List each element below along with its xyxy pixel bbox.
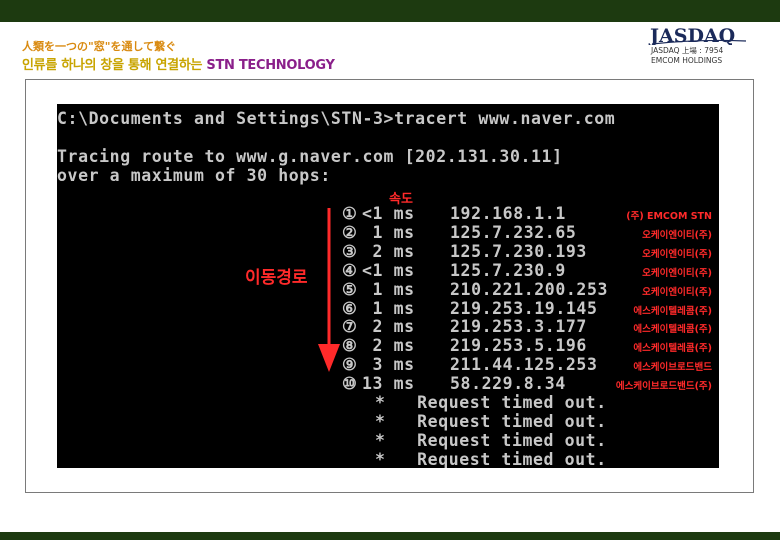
hop-isp-label: 에스케이브로드밴드(주): [615, 381, 712, 393]
hop-isp-label: 에스케이텔레콤(주): [633, 324, 712, 336]
slogan-japanese: 人類を一つの"窓"を通して繋ぐ: [22, 40, 177, 53]
top-banner-bar: [0, 0, 780, 22]
hop-time: 3 ms: [362, 355, 415, 375]
hop-isp-label: 오케이엔이티(주): [642, 286, 712, 298]
timeout-line: * Request timed out.: [375, 430, 607, 450]
hop-ip-address: 219.253.19.145: [450, 298, 598, 318]
hop-isp-label: 에스케이브로드밴드: [633, 362, 712, 374]
route-arrow-icon: [318, 208, 340, 372]
path-label: 이동경로: [245, 268, 308, 288]
jasdaq-logo: JASDAQ: [648, 25, 747, 45]
hop-number: ⑩: [342, 374, 358, 394]
hop-ip-address: 58.229.8.34: [450, 374, 566, 394]
hop-isp-label: 에스케이텔레콤(주): [633, 343, 712, 355]
jasdaq-logo-text: JASDAQ: [648, 25, 735, 45]
hop-ip-address: 219.253.5.196: [450, 336, 587, 356]
hop-isp-label: 오케이엔이티(주): [642, 229, 712, 241]
slogan-korean: 인류를 하나의 창을 통해 연결하는 STN TECHNOLOGY: [22, 54, 335, 73]
company-name: STN TECHNOLOGY: [206, 58, 335, 73]
tracing-line-2: over a maximum of 30 hops:: [57, 166, 331, 185]
hop-time: 1 ms: [362, 298, 415, 318]
tracing-line-1: Tracing route to www.g.naver.com [202.13…: [57, 147, 563, 166]
timeout-line: * Request timed out.: [375, 449, 607, 468]
hop-time: 2 ms: [362, 336, 415, 356]
hop-time: 2 ms: [362, 241, 415, 261]
listing-line-2: EMCOM HOLDINGS: [651, 56, 723, 65]
hop-time: 2 ms: [362, 317, 415, 337]
speed-label: 속도: [389, 192, 413, 207]
listing-line-1: JASDAQ 上場 : 7954: [651, 46, 724, 55]
hop-ip-address: 210.221.200.253: [450, 279, 609, 299]
hop-isp-label: 에스케이텔레콤(주): [633, 305, 712, 317]
hop-isp-label: 오케이엔이티(주): [642, 267, 712, 279]
timeout-line: * Request timed out.: [375, 411, 607, 431]
hop-ip-address: 125.7.232.65: [450, 222, 577, 242]
command-line: C:\Documents and Settings\STN-3>tracert …: [57, 109, 616, 128]
bottom-banner-bar: [0, 532, 780, 540]
hop-time: 13 ms: [362, 374, 415, 394]
hop-ip-address: 125.7.230.193: [450, 241, 587, 261]
hop-time: 1 ms: [362, 279, 415, 299]
timeout-line: * Request timed out.: [375, 393, 607, 412]
slogan-korean-text: 인류를 하나의 창을 통해 연결하는: [22, 58, 203, 73]
hop-ip-address: 125.7.230.9: [450, 260, 566, 280]
hop-ip-address: 192.168.1.1: [450, 204, 566, 223]
listing-info: JASDAQ 上場 : 7954 EMCOM HOLDINGS: [651, 46, 723, 66]
hop-isp-label: 오케이엔이티(주): [642, 248, 712, 260]
hop-time: <1 ms: [362, 260, 415, 280]
hop-time: 1 ms: [362, 222, 415, 242]
hop-ip-address: 211.44.125.253: [450, 355, 598, 375]
hop-ip-address: 219.253.3.177: [450, 317, 587, 337]
hop-isp-label: (주) EMCOM STN: [626, 211, 712, 222]
